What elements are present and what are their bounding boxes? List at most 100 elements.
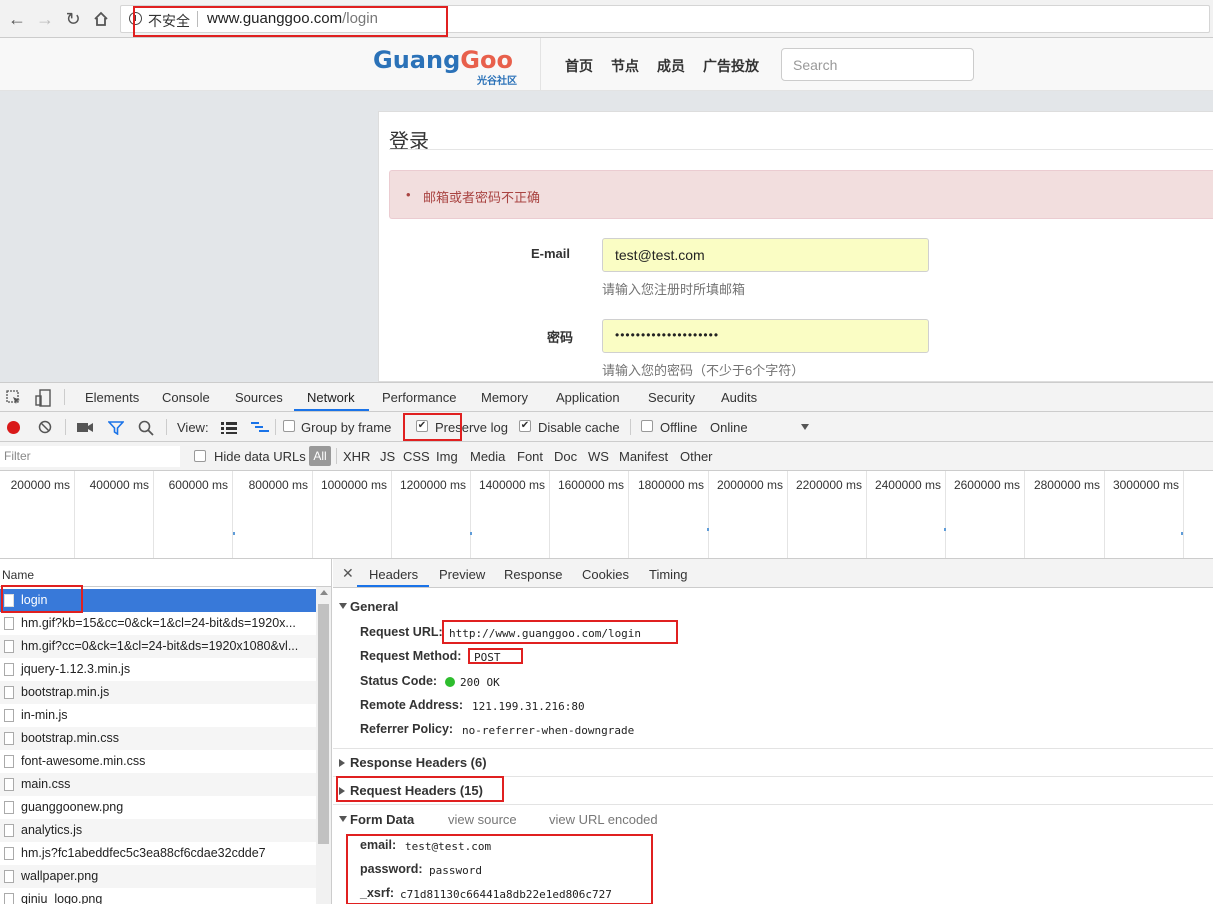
form-data-section[interactable]: Form Data: [350, 812, 414, 827]
back-arrow-icon[interactable]: ←: [6, 8, 28, 30]
hide-data-urls-checkbox[interactable]: [194, 450, 206, 462]
request-row[interactable]: qiniu_logo.png: [0, 888, 316, 904]
tab-memory[interactable]: Memory: [481, 390, 528, 405]
request-row[interactable]: bootstrap.min.css: [0, 727, 316, 750]
tab-preview[interactable]: Preview: [439, 567, 485, 582]
filter-doc[interactable]: Doc: [554, 449, 577, 464]
request-headers-expand-icon[interactable]: [339, 787, 345, 795]
request-row[interactable]: guanggoonew.png: [0, 796, 316, 819]
clear-icon[interactable]: [38, 420, 52, 437]
form-data-expand-icon[interactable]: [339, 816, 347, 822]
request-row[interactable]: main.css: [0, 773, 316, 796]
tab-console[interactable]: Console: [162, 390, 210, 405]
request-row[interactable]: hm.gif?kb=15&cc=0&ck=1&cl=24-bit&ds=1920…: [0, 612, 316, 635]
filter-media[interactable]: Media: [470, 449, 505, 464]
close-icon[interactable]: ✕: [342, 565, 354, 582]
throttling-select[interactable]: Online: [710, 420, 748, 435]
waterfall-view-icon[interactable]: [251, 422, 269, 437]
filter-input[interactable]: Filter: [0, 446, 180, 467]
general-expand-icon[interactable]: [339, 603, 347, 609]
filter-ws[interactable]: WS: [588, 449, 609, 464]
file-icon: [4, 824, 14, 837]
timeline-request-marker: [233, 532, 235, 535]
timeline-tick-label: 2400000 ms: [874, 478, 941, 492]
general-section-title[interactable]: General: [350, 599, 398, 614]
filter-js[interactable]: JS: [380, 449, 395, 464]
request-row[interactable]: jquery-1.12.3.min.js: [0, 658, 316, 681]
request-row[interactable]: font-awesome.min.css: [0, 750, 316, 773]
request-headers-section[interactable]: Request Headers (15): [350, 783, 483, 798]
timeline-tick-label: 2800000 ms: [1033, 478, 1100, 492]
address-bar[interactable]: 不安全 www.guanggoo.com/login: [120, 5, 1210, 33]
response-headers-section[interactable]: Response Headers (6): [350, 755, 487, 770]
nav-link-members[interactable]: 成员: [657, 56, 685, 76]
tab-timing[interactable]: Timing: [649, 567, 688, 582]
filter-icon[interactable]: [107, 421, 125, 438]
logo-wordmark: GuangGoo: [373, 46, 513, 74]
request-row[interactable]: wallpaper.png: [0, 865, 316, 888]
tab-audits[interactable]: Audits: [721, 390, 757, 405]
timeline-gridline: [1104, 471, 1105, 558]
timeline-request-marker: [707, 528, 709, 531]
request-row[interactable]: hm.gif?cc=0&ck=1&cl=24-bit&ds=1920x1080&…: [0, 635, 316, 658]
forward-arrow-icon[interactable]: →: [34, 8, 56, 30]
view-source-link[interactable]: view source: [448, 812, 517, 827]
large-rows-icon[interactable]: [221, 422, 237, 437]
search-input[interactable]: Search: [781, 48, 974, 81]
tab-performance[interactable]: Performance: [382, 390, 456, 405]
chevron-down-icon[interactable]: [801, 424, 809, 430]
filter-font[interactable]: Font: [517, 449, 543, 464]
network-overview-timeline[interactable]: 200000 ms 400000 ms 600000 ms 800000 ms 1000…: [0, 471, 1213, 559]
email-field[interactable]: test@test.com: [602, 238, 929, 272]
search-icon[interactable]: [138, 420, 154, 439]
record-icon[interactable]: [7, 421, 20, 434]
request-row[interactable]: in-min.js: [0, 704, 316, 727]
tab-headers[interactable]: Headers: [369, 567, 418, 582]
request-row[interactable]: analytics.js: [0, 819, 316, 842]
site-logo[interactable]: GuangGoo 光谷社区: [373, 46, 533, 87]
tab-security[interactable]: Security: [648, 390, 695, 405]
name-column-header[interactable]: Name: [0, 559, 331, 587]
file-icon: [4, 640, 14, 653]
password-field[interactable]: ••••••••••••••••••••: [602, 319, 929, 353]
tab-sources[interactable]: Sources: [235, 390, 283, 405]
filter-manifest[interactable]: Manifest: [619, 449, 668, 464]
timeline-tick-label: 3000000 ms: [1112, 478, 1179, 492]
offline-checkbox[interactable]: [641, 420, 653, 432]
scrollbar-thumb[interactable]: [318, 604, 329, 844]
device-toolbar-icon-svg: [35, 389, 51, 407]
response-headers-expand-icon[interactable]: [339, 759, 345, 767]
nav-link-home[interactable]: 首页: [565, 56, 593, 76]
preserve-log-checkbox[interactable]: ✔: [416, 420, 428, 432]
screenshot-camera-icon[interactable]: [77, 421, 93, 436]
nav-link-nodes[interactable]: 节点: [611, 56, 639, 76]
scroll-up-arrow-icon[interactable]: [320, 590, 328, 595]
home-icon[interactable]: [90, 8, 112, 30]
timeline-gridline: [153, 471, 154, 558]
filter-css[interactable]: CSS: [403, 449, 430, 464]
tab-elements[interactable]: Elements: [85, 390, 139, 405]
request-row[interactable]: login: [0, 589, 316, 612]
tab-network[interactable]: Network: [307, 390, 355, 405]
timeline-tick-label: 1000000 ms: [320, 478, 387, 492]
nav-link-ads[interactable]: 广告投放: [703, 56, 759, 76]
device-toolbar-icon[interactable]: [35, 389, 51, 410]
info-icon[interactable]: [129, 12, 142, 25]
request-row[interactable]: bootstrap.min.js: [0, 681, 316, 704]
timeline-tick-label: 600000 ms: [168, 478, 228, 492]
group-by-frame-checkbox[interactable]: [283, 420, 295, 432]
inspect-element-icon[interactable]: [6, 390, 22, 409]
filter-other[interactable]: Other: [680, 449, 713, 464]
request-row[interactable]: hm.js?fc1abeddfec5c3ea88cf6cdae32cdde7: [0, 842, 316, 865]
view-url-encoded-link[interactable]: view URL encoded: [549, 812, 658, 827]
tab-response[interactable]: Response: [504, 567, 563, 582]
tab-cookies[interactable]: Cookies: [582, 567, 629, 582]
disable-cache-checkbox[interactable]: ✔: [519, 420, 531, 432]
filter-xhr[interactable]: XHR: [343, 449, 370, 464]
filter-img[interactable]: Img: [436, 449, 458, 464]
reload-icon[interactable]: ↻: [62, 8, 84, 30]
timeline-request-marker: [1181, 532, 1183, 535]
tab-application[interactable]: Application: [556, 390, 620, 405]
view-label: View:: [177, 420, 209, 435]
filter-all-button[interactable]: All: [309, 446, 331, 466]
